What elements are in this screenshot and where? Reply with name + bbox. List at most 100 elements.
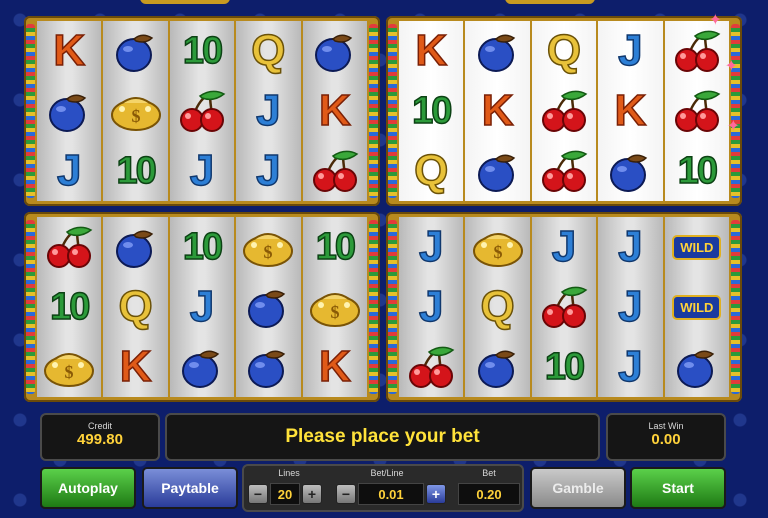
credit-label: Credit — [87, 421, 112, 431]
symbol-q: Q — [108, 281, 164, 333]
plum-icon — [602, 145, 658, 197]
credit-value: 499.80 — [77, 431, 123, 448]
symbol-letter: J — [255, 146, 281, 195]
plum-icon — [470, 145, 526, 197]
led-strip — [388, 220, 397, 394]
led-strip — [26, 24, 35, 198]
symbol-letter: J — [418, 222, 444, 271]
symbol-k: K — [307, 85, 363, 137]
symbol-letter: K — [614, 86, 647, 135]
start-button[interactable]: Start — [630, 467, 726, 509]
symbol-j: J — [403, 281, 459, 333]
symbol-letter: K — [318, 342, 351, 391]
svg-text:$: $ — [264, 242, 273, 262]
message-panel: Please place your bet — [165, 413, 600, 461]
symbol-letter: Q — [546, 26, 582, 75]
cherry-icon — [536, 281, 592, 333]
gamble-button[interactable]: Gamble — [530, 467, 626, 509]
top-decoration-left — [140, 0, 230, 4]
cherry-icon — [41, 221, 97, 273]
symbol-q: Q — [470, 281, 526, 333]
reel: JK — [598, 21, 663, 201]
cherry-icon — [536, 85, 592, 137]
bet-line-decrease-button[interactable]: − — [336, 484, 356, 504]
plum-icon — [240, 281, 296, 333]
reels: 10 $ Q K 10 J $10 $ K — [37, 217, 368, 397]
wild-label: WILD — [672, 294, 722, 320]
paytable-button[interactable]: Paytable — [142, 467, 238, 509]
bet-controls: Lines Bet/Line Bet − 20 + − 0.01 + 0.20 — [242, 464, 524, 512]
reel: JJ — [399, 217, 464, 397]
bet-line-increase-button[interactable]: + — [426, 484, 446, 504]
symbol-letter: J — [617, 342, 643, 391]
reel: WILD WILD — [664, 217, 730, 397]
svg-text:$: $ — [493, 242, 502, 262]
gold-bag-icon: $ — [41, 341, 97, 393]
status-message: Please place your bet — [285, 426, 480, 447]
plum-icon — [240, 341, 296, 393]
plum-icon — [41, 85, 97, 137]
bet-line-value: 0.01 — [358, 483, 424, 505]
symbol-ten: 10 — [669, 145, 725, 197]
plum-icon — [108, 221, 164, 273]
wild-symbol: WILD — [669, 221, 725, 273]
reel: JJJ — [598, 217, 663, 397]
symbol-k: K — [108, 341, 164, 393]
autoplay-button[interactable]: Autoplay — [40, 467, 136, 509]
symbol-letter: 10 — [49, 286, 91, 328]
symbol-k: K — [602, 85, 658, 137]
plum-icon — [307, 25, 363, 77]
symbol-letter: K — [119, 342, 152, 391]
symbol-letter: Q — [413, 146, 449, 195]
last-win-value: 0.00 — [651, 431, 681, 448]
reel-grid: K J $10 10 J Q J J K K 10 Q K Q J K 10 ✦ ✦ ✦ 10 $ Q K 10 J $1… — [24, 12, 742, 402]
symbol-j: J — [41, 145, 97, 197]
cherry-icon — [307, 145, 363, 197]
symbol-letter: 10 — [544, 346, 586, 388]
sparkle-icon: ✦ — [726, 118, 740, 135]
symbol-letter: Q — [251, 26, 287, 75]
symbol-k: K — [470, 85, 526, 137]
led-strip — [369, 220, 378, 394]
symbol-ten: 10 — [174, 25, 230, 77]
symbol-letter: 10 — [182, 30, 224, 72]
symbol-q: Q — [403, 145, 459, 197]
symbol-ten: 10 — [41, 281, 97, 333]
symbol-letter: 10 — [182, 226, 224, 268]
reel: $ Q — [465, 217, 530, 397]
led-strip — [731, 24, 740, 198]
reels: K J $10 10 J Q J J K — [37, 21, 368, 201]
led-strip — [388, 24, 397, 198]
led-strip — [26, 220, 35, 394]
svg-text:$: $ — [131, 106, 140, 126]
symbol-letter: K — [481, 86, 514, 135]
symbol-j: J — [403, 221, 459, 273]
reels: J J $ Q J 10 J J J WILD WILD — [399, 217, 730, 397]
wild-symbol: WILD — [669, 281, 725, 333]
sparkle-icon: ✦ — [724, 58, 738, 75]
symbol-ten: 10 — [174, 221, 230, 273]
reel: 10 J — [169, 21, 235, 201]
symbol-ten: 10 — [307, 221, 363, 273]
top-decoration-right — [505, 0, 595, 4]
cherry-icon — [669, 25, 725, 77]
lines-decrease-button[interactable]: − — [248, 484, 268, 504]
reel: 10 $ K — [302, 217, 368, 397]
symbol-letter: J — [418, 282, 444, 331]
plum-icon — [108, 25, 164, 77]
gold-bag-icon: $ — [307, 281, 363, 333]
symbol-j: J — [536, 221, 592, 273]
symbol-letter: K — [415, 26, 448, 75]
symbol-letter: Q — [118, 282, 154, 331]
symbol-j: J — [602, 341, 658, 393]
reel: Q — [531, 21, 597, 201]
symbol-letter: J — [189, 146, 215, 195]
reel: KJ — [37, 21, 102, 201]
led-strip — [369, 24, 378, 198]
lines-increase-button[interactable]: + — [302, 484, 322, 504]
symbol-letter: 10 — [411, 90, 453, 132]
bet-value: 0.20 — [458, 483, 520, 505]
reel: 10 J — [169, 217, 235, 397]
plum-icon — [669, 341, 725, 393]
reel-panel: 10 $ Q K 10 J $10 $ K — [24, 212, 380, 402]
